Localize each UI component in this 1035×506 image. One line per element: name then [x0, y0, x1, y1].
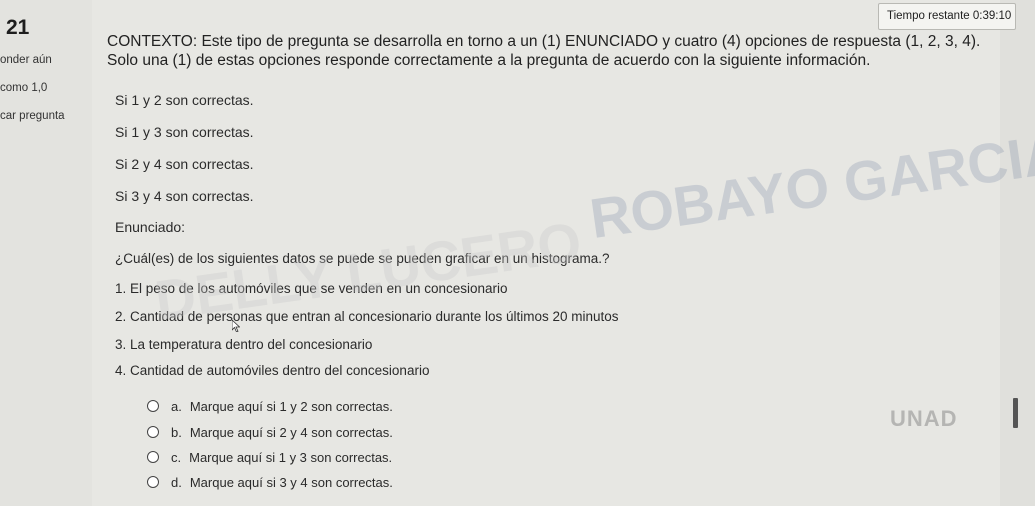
unad-logo: UNAD	[880, 400, 970, 460]
answer-letter: d.	[171, 474, 182, 490]
rule-line: Si 1 y 2 son correctas.	[115, 92, 254, 108]
radio-button[interactable]	[147, 451, 159, 463]
answer-option-b[interactable]: b. Marque aquí si 2 y 4 son correctas.	[147, 422, 393, 442]
rule-line: Si 3 y 4 son correctas.	[115, 188, 254, 204]
time-remaining-box: Tiempo restante 0:39:10	[878, 3, 1016, 30]
sidebar-status-text: onder aún	[0, 54, 52, 66]
answer-text: Marque aquí si 1 y 2 son correctas.	[189, 398, 393, 414]
logo-text: UNAD	[890, 406, 958, 431]
radio-button[interactable]	[147, 400, 159, 412]
answer-text: Marque aquí si 2 y 4 son correctas.	[189, 424, 393, 440]
answer-text: Marque aquí si 3 y 4 son correctas.	[189, 474, 393, 490]
scrollbar-thumb[interactable]	[1013, 398, 1018, 428]
timer-label: Tiempo restante	[887, 10, 970, 22]
answer-option-a[interactable]: a. Marque aquí si 1 y 2 son correctas.	[147, 396, 393, 416]
rule-line: Si 1 y 3 son correctas.	[115, 124, 254, 140]
rule-line: Si 2 y 4 son correctas.	[115, 156, 254, 172]
mouse-cursor-icon	[232, 320, 240, 332]
question-number: 21	[6, 16, 30, 39]
radio-button[interactable]	[147, 476, 159, 488]
answer-letter: b.	[171, 424, 182, 440]
answer-text: Marque aquí si 1 y 3 son correctas.	[189, 449, 393, 465]
radio-button[interactable]	[147, 426, 159, 438]
question-text: ¿Cuál(es) de los siguientes datos se pue…	[115, 251, 610, 266]
answer-option-d[interactable]: d. Marque aquí si 3 y 4 son correctas.	[147, 472, 393, 492]
answer-option-c[interactable]: c. Marque aquí si 1 y 3 son correctas.	[147, 447, 392, 467]
left-sidebar: 21 onder aún como 1,0 car pregunta	[0, 0, 92, 506]
timer-value: 0:39:10	[972, 10, 1012, 22]
enunciado-label: Enunciado:	[115, 219, 186, 235]
statement-item: 1. El peso de los automóviles que se ven…	[115, 281, 508, 296]
right-edge-panel	[1000, 0, 1035, 506]
sidebar-flag-link[interactable]: car pregunta	[0, 110, 65, 122]
answer-letter: c.	[171, 449, 182, 465]
statement-item: 2. Cantidad de personas que entran al co…	[115, 309, 619, 324]
statement-item: 3. La temperatura dentro del concesionar…	[115, 337, 373, 352]
statement-item: 4. Cantidad de automóviles dentro del co…	[115, 363, 430, 378]
context-paragraph: CONTEXTO: Este tipo de pregunta se desar…	[107, 33, 981, 69]
answer-letter: a.	[171, 398, 182, 414]
watermark-text: ROBAYO GARCIA	[586, 121, 1035, 251]
sidebar-score-text: como 1,0	[0, 82, 48, 94]
